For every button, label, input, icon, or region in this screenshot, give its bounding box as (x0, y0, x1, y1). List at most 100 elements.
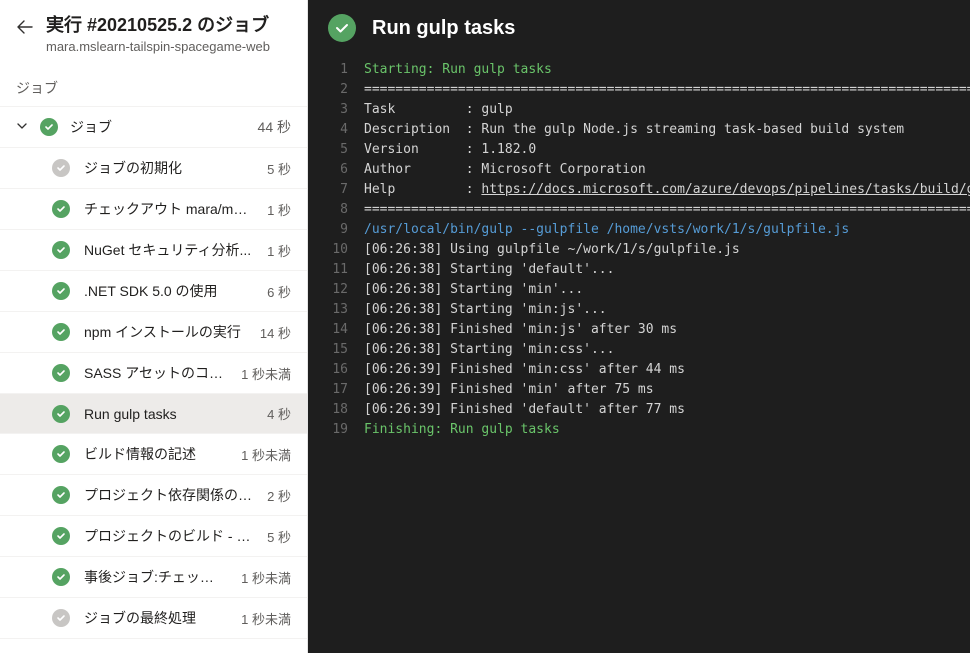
task-duration: 1 秒未満 (241, 568, 291, 587)
line-text: Starting: Run gulp tasks (364, 60, 970, 80)
header-text: 実行 #20210525.2 のジョブ mara.mslearn-tailspi… (46, 14, 291, 54)
log-panel: Run gulp tasks 1Starting: Run gulp tasks… (308, 0, 970, 653)
task-duration: 1 秒 (267, 241, 291, 260)
line-text: [06:26:39] Finished 'default' after 77 m… (364, 400, 970, 420)
task-duration: 1 秒未満 (241, 609, 291, 628)
line-text: Version : 1.182.0 (364, 140, 970, 160)
task-item[interactable]: SASS アセットのコン... 1 秒未満 (0, 353, 307, 394)
line-number: 16 (308, 360, 364, 380)
log-line: 9/usr/local/bin/gulp --gulpfile /home/vs… (308, 220, 970, 240)
log-line: 14[06:26:38] Finished 'min:js' after 30 … (308, 320, 970, 340)
job-group-label: ジョブ (70, 117, 246, 137)
task-duration: 1 秒 (267, 200, 291, 219)
task-item[interactable]: .NET SDK 5.0 の使用6 秒 (0, 271, 307, 312)
line-number: 13 (308, 300, 364, 320)
task-item[interactable]: プロジェクトのビルド - Rel...5 秒 (0, 516, 307, 557)
task-item[interactable]: プロジェクト依存関係の復... 2 秒 (0, 475, 307, 516)
task-item[interactable]: ジョブの初期化5 秒 (0, 148, 307, 189)
line-number: 6 (308, 160, 364, 180)
task-duration: 1 秒未満 (241, 364, 291, 383)
line-number: 19 (308, 420, 364, 440)
task-label: チェックアウト mara/mslear... (84, 199, 253, 219)
line-text: Finishing: Run gulp tasks (364, 420, 970, 440)
log-line: 19Finishing: Run gulp tasks (308, 420, 970, 440)
task-label: NuGet セキュリティ分析... (84, 240, 253, 260)
log-line: 4Description : Run the gulp Node.js stre… (308, 120, 970, 140)
line-number: 3 (308, 100, 364, 120)
line-text: [06:26:38] Using gulpfile ~/work/1/s/gul… (364, 240, 970, 260)
task-item[interactable]: ビルド情報の記述1 秒未満 (0, 434, 307, 475)
line-number: 14 (308, 320, 364, 340)
line-text: /usr/local/bin/gulp --gulpfile /home/vst… (364, 220, 970, 240)
status-success-icon (52, 282, 70, 300)
log-line: 13[06:26:38] Starting 'min:js'... (308, 300, 970, 320)
status-success-icon (52, 241, 70, 259)
back-arrow-button[interactable] (16, 18, 34, 36)
line-number: 9 (308, 220, 364, 240)
status-success-icon (52, 486, 70, 504)
jobs-section-label: ジョブ (0, 58, 307, 106)
sidebar: 実行 #20210525.2 のジョブ mara.mslearn-tailspi… (0, 0, 308, 653)
log-area[interactable]: 1Starting: Run gulp tasks2==============… (308, 60, 970, 653)
page-subtitle: mara.mslearn-tailspin-spacegame-web (46, 39, 291, 54)
log-line: 17[06:26:39] Finished 'min' after 75 ms (308, 380, 970, 400)
log-line: 3Task : gulp (308, 100, 970, 120)
line-text: Author : Microsoft Corporation (364, 160, 970, 180)
help-link[interactable]: https://docs.microsoft.com/azure/devops/… (481, 182, 970, 197)
task-duration: 14 秒 (260, 323, 291, 342)
log-line: 12[06:26:38] Starting 'min'... (308, 280, 970, 300)
log-line: 7Help : https://docs.microsoft.com/azure… (308, 180, 970, 200)
page-title: 実行 #20210525.2 のジョブ (46, 14, 291, 37)
task-list: ジョブの初期化5 秒チェックアウト mara/mslear...1 秒NuGet… (0, 148, 307, 653)
status-success-icon (52, 364, 70, 382)
task-item[interactable]: npm インストールの実行 14 秒 (0, 312, 307, 353)
task-label: プロジェクト依存関係の復... (84, 485, 253, 505)
log-line: 16[06:26:39] Finished 'min:css' after 44… (308, 360, 970, 380)
line-number: 7 (308, 180, 364, 200)
line-number: 17 (308, 380, 364, 400)
task-label: SASS アセットのコン... (84, 363, 227, 383)
line-text: [06:26:39] Finished 'min:css' after 44 m… (364, 360, 970, 380)
line-number: 10 (308, 240, 364, 260)
sidebar-header: 実行 #20210525.2 のジョブ mara.mslearn-tailspi… (0, 0, 307, 58)
task-duration: 2 秒 (267, 486, 291, 505)
arrow-left-icon (16, 18, 34, 36)
log-title: Run gulp tasks (372, 17, 515, 40)
status-success-icon (52, 568, 70, 586)
task-label: Run gulp tasks (84, 406, 253, 422)
task-duration: 6 秒 (267, 282, 291, 301)
log-line: 18[06:26:39] Finished 'default' after 77… (308, 400, 970, 420)
line-text: ========================================… (364, 200, 970, 220)
status-success-icon (40, 118, 58, 136)
line-number: 2 (308, 80, 364, 100)
line-text: ========================================… (364, 80, 970, 100)
status-neutral-icon (52, 609, 70, 627)
line-number: 5 (308, 140, 364, 160)
status-success-icon (52, 200, 70, 218)
line-text: [06:26:38] Starting 'min:js'... (364, 300, 970, 320)
line-text: Description : Run the gulp Node.js strea… (364, 120, 970, 140)
task-label: npm インストールの実行 (84, 322, 246, 342)
line-number: 8 (308, 200, 364, 220)
line-text: [06:26:38] Starting 'default'... (364, 260, 970, 280)
task-item[interactable]: ジョブの最終処理1 秒未満 (0, 598, 307, 639)
line-text: [06:26:38] Finished 'min:js' after 30 ms (364, 320, 970, 340)
line-number: 18 (308, 400, 364, 420)
task-label: ビルド情報の記述 (84, 444, 227, 464)
status-success-icon (52, 527, 70, 545)
status-success-icon (52, 445, 70, 463)
task-item[interactable]: 事後ジョブ:チェックア...1 秒未満 (0, 557, 307, 598)
line-text: [06:26:39] Finished 'min' after 75 ms (364, 380, 970, 400)
log-line: 1Starting: Run gulp tasks (308, 60, 970, 80)
log-line: 6Author : Microsoft Corporation (308, 160, 970, 180)
line-text: Task : gulp (364, 100, 970, 120)
job-group-header[interactable]: ジョブ 44 秒 (0, 106, 307, 148)
line-number: 11 (308, 260, 364, 280)
task-item[interactable]: Run gulp tasks4 秒 (0, 394, 307, 434)
task-item[interactable]: NuGet セキュリティ分析... 1 秒 (0, 230, 307, 271)
task-label: プロジェクトのビルド - Rel... (84, 526, 253, 546)
log-line: 5Version : 1.182.0 (308, 140, 970, 160)
task-item[interactable]: チェックアウト mara/mslear... 1 秒 (0, 189, 307, 230)
status-success-icon (52, 323, 70, 341)
status-neutral-icon (52, 159, 70, 177)
